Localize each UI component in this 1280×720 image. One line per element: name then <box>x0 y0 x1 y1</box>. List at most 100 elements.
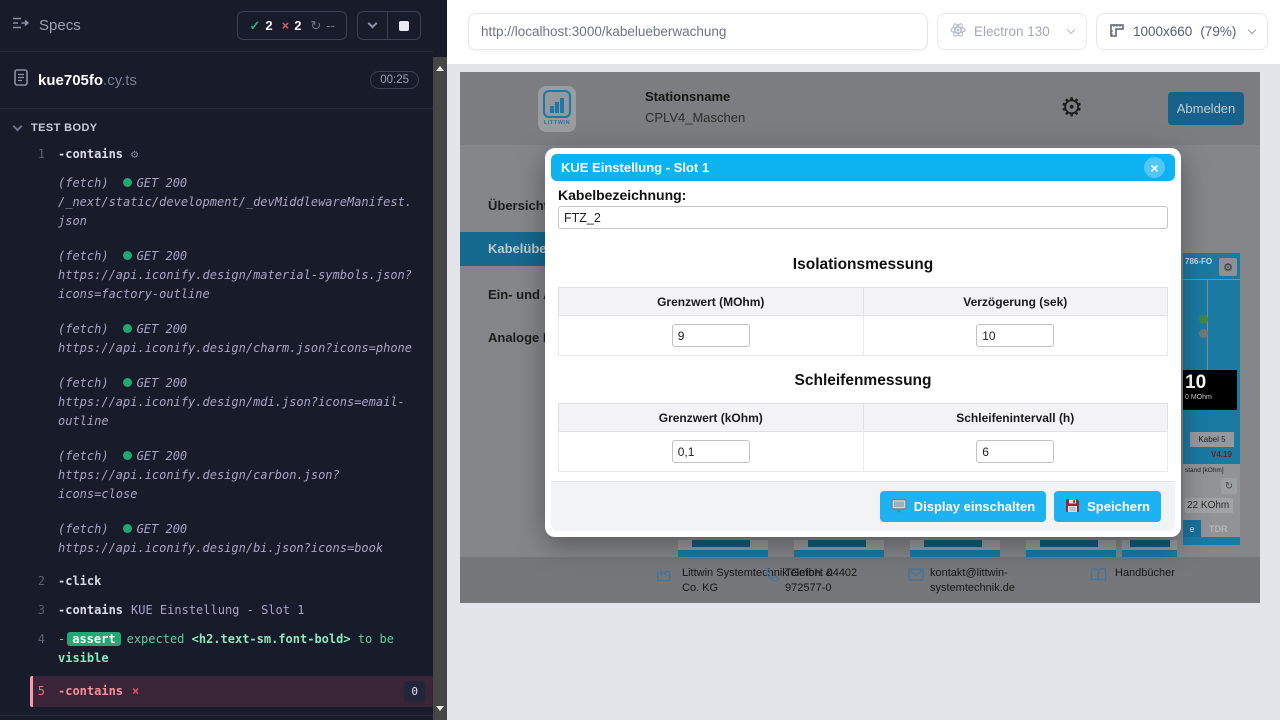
slot-card-fragment <box>794 540 884 557</box>
fail-x-icon: × <box>132 682 139 701</box>
specs-label[interactable]: Specs <box>39 17 81 34</box>
pending-stat: ↻-- <box>310 18 335 34</box>
status-led-grey <box>1199 329 1208 338</box>
scrollbar-track[interactable] <box>433 57 447 720</box>
schleifenintervall-input[interactable] <box>976 440 1054 463</box>
viewport-size: 1000x660 <box>1133 24 1192 39</box>
command-assert[interactable]: 4 -assertexpected <h2.text-sm.font-bold>… <box>0 628 433 670</box>
status-dot-icon <box>123 251 132 260</box>
command-detail: KUE Einstellung - Slot 1 <box>131 603 304 617</box>
command-contains-2[interactable]: 3 -containsKUE Einstellung - Slot 1 <box>0 599 433 622</box>
reporter-header: Specs ✓2 ×2 ↻-- <box>0 0 433 52</box>
fetch-url: https://api.iconify.design/carbon.json?i… <box>58 466 417 504</box>
slot-gear-icon[interactable]: ⚙ <box>1219 258 1237 276</box>
assert-selector: <h2.text-sm.font-bold> <box>192 632 351 646</box>
command-click[interactable]: 2 -click <box>0 570 433 593</box>
chevron-down-icon <box>13 121 23 131</box>
command-name: -click <box>58 574 101 588</box>
browser-selector[interactable]: Electron 130 <box>937 13 1087 50</box>
status-led-green <box>1199 315 1208 324</box>
factory-icon <box>656 567 672 587</box>
settings-gear-icon[interactable]: ⚙ <box>1060 94 1083 120</box>
fetch-url: https://api.iconify.design/charm.json?ic… <box>58 339 417 358</box>
spec-duration-badge: 00:25 <box>370 71 419 89</box>
command-contains-failed[interactable]: 5 -contains × 0 <box>30 676 433 707</box>
passed-stat: ✓2 <box>249 18 272 34</box>
command-contains-1[interactable]: 1 -contains ⚙ <box>0 143 433 166</box>
restart-icon: ↻ <box>310 18 321 34</box>
modal-header: KUE Einstellung - Slot 1 × <box>551 154 1175 181</box>
fetch-status: GET 200 <box>137 376 188 390</box>
spec-row[interactable]: kue705fo.cy.ts 00:25 <box>0 52 433 109</box>
viewport-zoom: (79%) <box>1200 24 1236 39</box>
check-icon: ✓ <box>249 18 260 34</box>
app-header: LITTWIN Stationsname CPLV4_Maschen ⚙ Abm… <box>460 72 1260 145</box>
grenzwert-mohm-input[interactable] <box>672 324 750 347</box>
logo-icon <box>543 90 571 118</box>
tdr-button[interactable]: TDR <box>1209 524 1228 534</box>
specs-panel-icon[interactable] <box>12 16 29 35</box>
retry-count-badge: 0 <box>404 681 425 702</box>
url-input[interactable] <box>468 13 928 50</box>
close-icon[interactable]: × <box>1144 157 1165 178</box>
scroll-up-icon[interactable] <box>436 66 444 71</box>
phone-icon <box>765 567 780 587</box>
runner-toolbar: Electron 130 1000x660 (79%) <box>447 0 1280 64</box>
command-name: -contains <box>58 147 123 161</box>
electron-icon <box>950 22 966 41</box>
fetch-status: GET 200 <box>137 522 188 536</box>
fetch-tag: (fetch) <box>58 249 109 263</box>
nav-item-uebersicht[interactable]: Übersicht <box>488 198 548 213</box>
line-number: 2 <box>0 572 58 591</box>
status-dot-icon <box>123 324 132 333</box>
line-number: 1 <box>0 145 58 164</box>
fetch-status: GET 200 <box>137 322 188 336</box>
viewport-selector[interactable]: 1000x660 (79%) <box>1096 13 1268 50</box>
slot-card-fragment <box>1122 540 1177 557</box>
station-name-label: Stationsname <box>645 89 730 104</box>
gear-icon: ⚙ <box>131 147 138 161</box>
display-einschalten-button[interactable]: Display einschalten <box>880 491 1046 522</box>
browser-name: Electron 130 <box>974 24 1050 39</box>
status-dot-icon <box>123 378 132 387</box>
column-header: Grenzwert (kOhm) <box>559 404 864 432</box>
chevron-down-icon <box>1067 26 1075 34</box>
collapse-button[interactable] <box>358 12 387 39</box>
verzoegerung-sek-input[interactable] <box>976 324 1054 347</box>
slot-card-fragment <box>1026 540 1116 557</box>
email-icon <box>908 568 924 586</box>
kabel-chip: Kabel 5 <box>1190 432 1234 447</box>
kabelbezeichnung-input[interactable] <box>558 206 1168 229</box>
test-body-section[interactable]: TEST BODY <box>0 113 433 143</box>
slot-card-fragment <box>678 540 768 557</box>
ruler-icon <box>1109 23 1125 41</box>
schleifenmessung-table: Grenzwert (kOhm) Schleifenintervall (h) <box>558 403 1168 472</box>
command-name: -contains <box>58 682 123 701</box>
fetch-log-entry: (fetch)GET 200 https://api.iconify.desig… <box>0 239 433 312</box>
line-number: 3 <box>0 601 58 620</box>
schleifenmessung-heading: Schleifenmessung <box>558 372 1168 390</box>
test-stats: ✓2 ×2 ↻-- <box>237 11 347 40</box>
book-icon <box>1090 567 1107 587</box>
measurement-display: 10 0 MOhm <box>1183 370 1237 410</box>
card-button-fragment[interactable]: e <box>1183 520 1201 538</box>
chevron-down-icon <box>1248 26 1256 34</box>
manuals-link[interactable]: Handbücher <box>1115 566 1175 581</box>
isolationsmessung-table: Grenzwert (MOhm) Verzögerung (sek) <box>558 287 1168 356</box>
speichern-button[interactable]: Speichern <box>1054 491 1161 522</box>
column-header: Grenzwert (MOhm) <box>559 288 864 316</box>
fetch-status: GET 200 <box>137 249 188 263</box>
kue-slot-card: 786-FO ⚙ 10 0 MOhm Kabel 5 V4.19 stand [… <box>1183 253 1240 545</box>
stop-icon <box>399 21 409 31</box>
resistance-value: 22 KOhm <box>1185 498 1233 513</box>
refresh-icon[interactable]: ↻ <box>1221 478 1237 494</box>
assert-badge: assert <box>67 632 120 646</box>
grenzwert-kohm-input[interactable] <box>672 440 750 463</box>
fetch-log-entry: (fetch)GET 200 https://api.iconify.desig… <box>0 312 433 366</box>
vertical-scrollbar[interactable] <box>433 0 447 720</box>
modal-title: KUE Einstellung - Slot 1 <box>561 160 709 175</box>
logout-button[interactable]: Abmelden <box>1168 92 1244 125</box>
status-dot-icon <box>123 178 132 187</box>
stop-button[interactable] <box>387 12 420 39</box>
scroll-down-icon[interactable] <box>436 706 444 711</box>
